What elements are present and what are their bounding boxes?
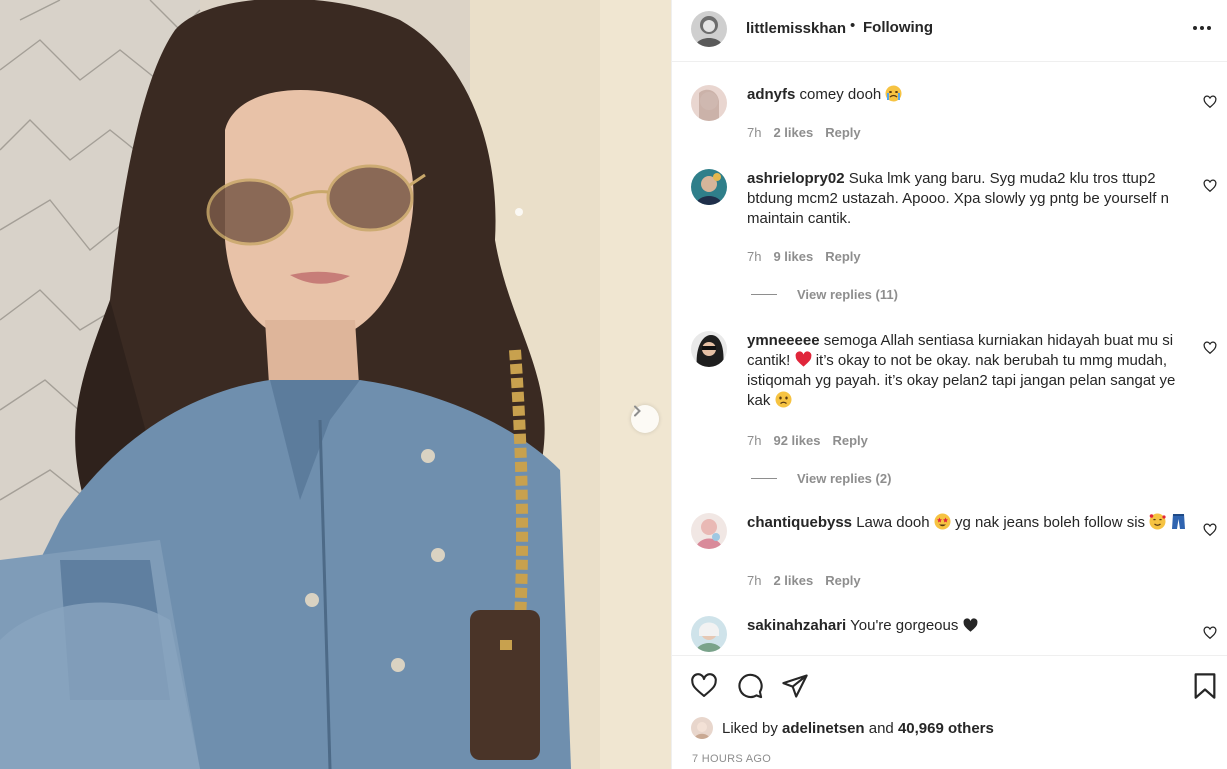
comment-bubble-icon — [738, 673, 763, 699]
liked-by-summary: Liked by adelinetsen and 40,969 others — [691, 717, 994, 739]
smiling-hearts-emoji — [1149, 513, 1166, 530]
comment-time[interactable]: 7h — [747, 573, 761, 588]
black-heart-emoji — [963, 618, 980, 635]
separator-dot: • — [850, 17, 856, 34]
heart-outline-icon — [1203, 341, 1217, 355]
author-avatar[interactable] — [691, 11, 727, 47]
next-photo-button[interactable] — [631, 405, 659, 433]
comment-like-button[interactable] — [1203, 626, 1217, 645]
comment-username[interactable]: ymneeeee — [747, 332, 820, 349]
comment-likes[interactable]: 2 likes — [773, 573, 813, 588]
commenter-avatar[interactable] — [691, 169, 727, 205]
comment-meta: 7h 92 likes Reply — [747, 433, 868, 448]
comment-like-button[interactable] — [1203, 95, 1217, 114]
commenter-avatar[interactable] — [691, 331, 727, 367]
comment-like-button[interactable] — [1203, 179, 1217, 198]
comment-text: ymneeeee semoga Allah sentiasa kurniakan… — [747, 331, 1192, 411]
comment-username[interactable]: sakinahzahari — [747, 617, 846, 634]
comment-body: You're gorgeous — [850, 617, 959, 634]
heart-outline-icon — [1203, 523, 1217, 537]
post-action-bar — [672, 655, 1227, 715]
more-horizontal-icon — [1193, 26, 1211, 30]
comment-likes[interactable]: 9 likes — [773, 249, 813, 264]
share-button[interactable] — [781, 672, 809, 705]
save-button[interactable] — [1192, 672, 1218, 705]
liked-by-user[interactable]: adelinetsen — [782, 720, 865, 737]
liker-avatar[interactable] — [691, 717, 713, 739]
comment-reply-button[interactable]: Reply — [832, 433, 867, 448]
liked-by-and: and — [868, 719, 894, 737]
comment-time[interactable]: 7h — [747, 125, 761, 140]
post-image — [0, 0, 671, 769]
commenter-avatar[interactable] — [691, 85, 727, 121]
comment-reply-button[interactable]: Reply — [825, 573, 860, 588]
comment-meta: 7h 9 likes Reply — [747, 249, 861, 264]
view-replies-label: View replies (11) — [797, 287, 898, 302]
frowning-face-emoji — [775, 391, 792, 408]
commenter-avatar[interactable] — [691, 616, 727, 652]
comment-username[interactable]: chantiquebyss — [747, 514, 852, 531]
post-side-panel: littlemisskhan • Following adnyfs comey … — [671, 0, 1227, 769]
comment-body-part2: yg nak jeans boleh follow sis — [954, 514, 1146, 531]
jeans-emoji — [1170, 513, 1187, 530]
comment-username[interactable]: ashrielopry02 — [747, 170, 845, 187]
comment-like-button[interactable] — [1203, 341, 1217, 360]
comment-body-part1: Lawa dooh — [856, 514, 930, 531]
comment-username[interactable]: adnyfs — [747, 86, 795, 103]
comment-body: comey dooh — [799, 86, 882, 103]
heart-outline-icon — [691, 673, 717, 697]
star-struck-emoji — [934, 513, 951, 530]
bookmark-icon — [1194, 673, 1216, 699]
view-replies-button[interactable]: View replies (11) — [751, 287, 898, 302]
comment-likes[interactable]: 92 likes — [773, 433, 820, 448]
view-replies-label: View replies (2) — [797, 471, 892, 486]
comment-reply-button[interactable]: Reply — [825, 125, 860, 140]
chevron-right-icon — [634, 405, 641, 417]
comment-meta: 7h 2 likes Reply — [747, 125, 861, 140]
liked-by-prefix: Liked by — [722, 719, 778, 737]
view-replies-button[interactable]: View replies (2) — [751, 471, 891, 486]
comment-button[interactable] — [736, 672, 764, 705]
comment-text: adnyfs comey dooh — [747, 85, 1192, 105]
post-photo[interactable] — [0, 0, 671, 769]
more-options-button[interactable] — [1192, 20, 1212, 41]
liked-by-others[interactable]: 40,969 others — [898, 720, 994, 737]
like-button[interactable] — [690, 672, 718, 705]
replies-divider — [751, 294, 777, 295]
comments-list[interactable]: adnyfs comey dooh 7h 2 likes Reply ashri… — [672, 63, 1227, 655]
comment-text: sakinahzahari You're gorgeous — [747, 616, 1192, 636]
comment-time[interactable]: 7h — [747, 249, 761, 264]
comment-meta: 7h 2 likes Reply — [747, 573, 861, 588]
post-header: littlemisskhan • Following — [672, 0, 1227, 62]
replies-divider — [751, 478, 777, 479]
comment-time[interactable]: 7h — [747, 433, 761, 448]
commenter-avatar[interactable] — [691, 513, 727, 549]
comment-like-button[interactable] — [1203, 523, 1217, 542]
comment-likes[interactable]: 2 likes — [773, 125, 813, 140]
comment-reply-button[interactable]: Reply — [825, 249, 860, 264]
following-button[interactable]: Following — [863, 19, 933, 36]
heart-outline-icon — [1203, 95, 1217, 109]
heart-outline-icon — [1203, 626, 1217, 640]
send-paper-plane-icon — [782, 674, 808, 698]
red-heart-emoji — [795, 351, 812, 368]
heart-outline-icon — [1203, 179, 1217, 193]
crying-face-emoji — [885, 85, 902, 102]
author-username[interactable]: littlemisskhan — [746, 20, 846, 37]
comment-text: chantiquebyss Lawa dooh yg nak jeans bol… — [747, 513, 1192, 533]
comment-text: ashrielopry02 Suka lmk yang baru. Syg mu… — [747, 169, 1192, 229]
post-timestamp[interactable]: 7 HOURS AGO — [692, 753, 771, 765]
